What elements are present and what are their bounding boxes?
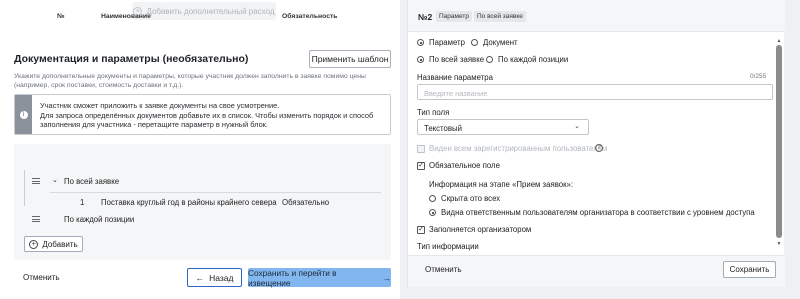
editor-save-button[interactable]: Сохранить — [723, 261, 776, 278]
scrollbar-thumb[interactable] — [776, 45, 782, 238]
chevron-down-icon: ⌄ — [574, 123, 580, 130]
save-next-label: Сохранить и перейти в извещение — [248, 267, 337, 288]
info-text: Участник сможет приложить к заявке докум… — [40, 101, 374, 129]
required-label: Обязательное поле — [429, 161, 500, 170]
help-icon[interactable]: ? — [595, 144, 603, 152]
radio-visible-responsible[interactable] — [429, 209, 436, 216]
save-and-continue-button[interactable]: Сохранить и перейти в извещение → — [248, 267, 391, 288]
parameter-name-input[interactable]: Введите название — [417, 84, 773, 100]
info-stripe: i — [15, 95, 32, 134]
back-label: Назад — [209, 272, 234, 283]
drag-handle-icon[interactable] — [32, 178, 40, 184]
column-header-name: Наименование — [101, 13, 151, 20]
scroll-up-icon[interactable]: ▲ — [776, 38, 782, 44]
radio-hidden[interactable] — [429, 195, 436, 202]
radio-each-position-label: По каждой позиции — [498, 55, 569, 64]
scrollbar[interactable]: ▲ ▼ — [776, 38, 782, 250]
info-notice: i Участник сможет приложить к заявке док… — [14, 94, 391, 135]
page: + Добавить дополнительный расход Докумен… — [0, 0, 800, 299]
apply-template-button[interactable]: Применить шаблон — [309, 50, 391, 68]
column-header-number: № — [57, 13, 65, 20]
radio-document-label: Документ — [483, 38, 518, 47]
group-indent-line — [24, 170, 25, 206]
field-type-select[interactable]: Текстовый ⌄ — [417, 119, 589, 135]
add-expense-button[interactable]: + Добавить дополнительный расход — [132, 2, 276, 20]
field-type-label: Тип поля — [417, 108, 450, 117]
radio-whole-application-label: По всей заявке — [429, 55, 485, 64]
reception-info-label: Информация на этапе «Прием заявок»: — [429, 180, 573, 189]
row-number: 1 — [80, 198, 85, 207]
cancel-button[interactable]: Отменить — [23, 273, 60, 282]
section-description: Укажите дополнительные документы и парам… — [14, 73, 366, 89]
radio-parameter-label: Параметр — [429, 38, 465, 47]
add-row-button[interactable]: + Добавить — [24, 236, 83, 252]
radio-document[interactable] — [471, 39, 478, 46]
add-row-label: Добавить — [42, 239, 78, 249]
editor-cancel-button[interactable]: Отменить — [425, 265, 462, 274]
radio-parameter[interactable] — [417, 39, 424, 46]
group-label-whole-application: По всей заявке — [64, 177, 120, 186]
radio-whole-application[interactable] — [417, 56, 424, 63]
row-divider — [50, 192, 381, 193]
drag-handle-icon[interactable] — [32, 216, 40, 222]
plus-circle-icon: + — [29, 239, 39, 249]
filled-by-organizer-label: Заполняется организатором — [429, 225, 532, 234]
chevron-down-icon[interactable]: ⌄ — [52, 176, 58, 184]
field-type-value: Текстовый — [424, 123, 462, 133]
scroll-down-icon[interactable]: ▼ — [776, 241, 782, 247]
parameter-editor-panel: №2 Параметр По всей заявке Параметр Доку… — [407, 0, 785, 287]
column-header-required: Обязательность — [282, 13, 338, 20]
back-button[interactable]: ← Назад — [187, 268, 242, 287]
arrow-right-icon: → — [382, 272, 391, 283]
visible-all-label: Виден всем зарегистрированным пользовате… — [429, 144, 608, 153]
tag-scope: По всей заявке — [474, 11, 526, 22]
name-char-counter: 0/255 — [750, 73, 767, 80]
name-field-label: Название параметра — [417, 73, 493, 82]
documentation-panel: + Добавить дополнительный расход Докумен… — [0, 0, 400, 299]
required-checkbox[interactable]: ✓ — [417, 162, 425, 170]
add-expense-label: Добавить дополнительный расход — [146, 6, 275, 16]
info-type-label: Тип информации — [417, 242, 479, 251]
row-name[interactable]: Поставка круглый год в районы крайнего с… — [101, 198, 277, 207]
radio-visible-responsible-label: Видна ответственным пользователям органи… — [441, 208, 755, 217]
section-title: Документация и параметры (необязательно) — [14, 53, 249, 65]
parameter-number: №2 — [418, 12, 433, 22]
row-required: Обязательно — [282, 198, 330, 207]
group-label-each-position: По каждой позиции — [64, 215, 135, 224]
visible-all-checkbox[interactable] — [417, 145, 425, 153]
info-icon: i — [19, 110, 28, 119]
filled-by-organizer-checkbox[interactable]: ✓ — [417, 226, 425, 234]
radio-each-position[interactable] — [486, 56, 493, 63]
arrow-left-icon: ← — [195, 272, 205, 283]
radio-hidden-label: Скрыта ото всех — [441, 194, 501, 203]
tag-parameter: Параметр — [436, 11, 472, 22]
